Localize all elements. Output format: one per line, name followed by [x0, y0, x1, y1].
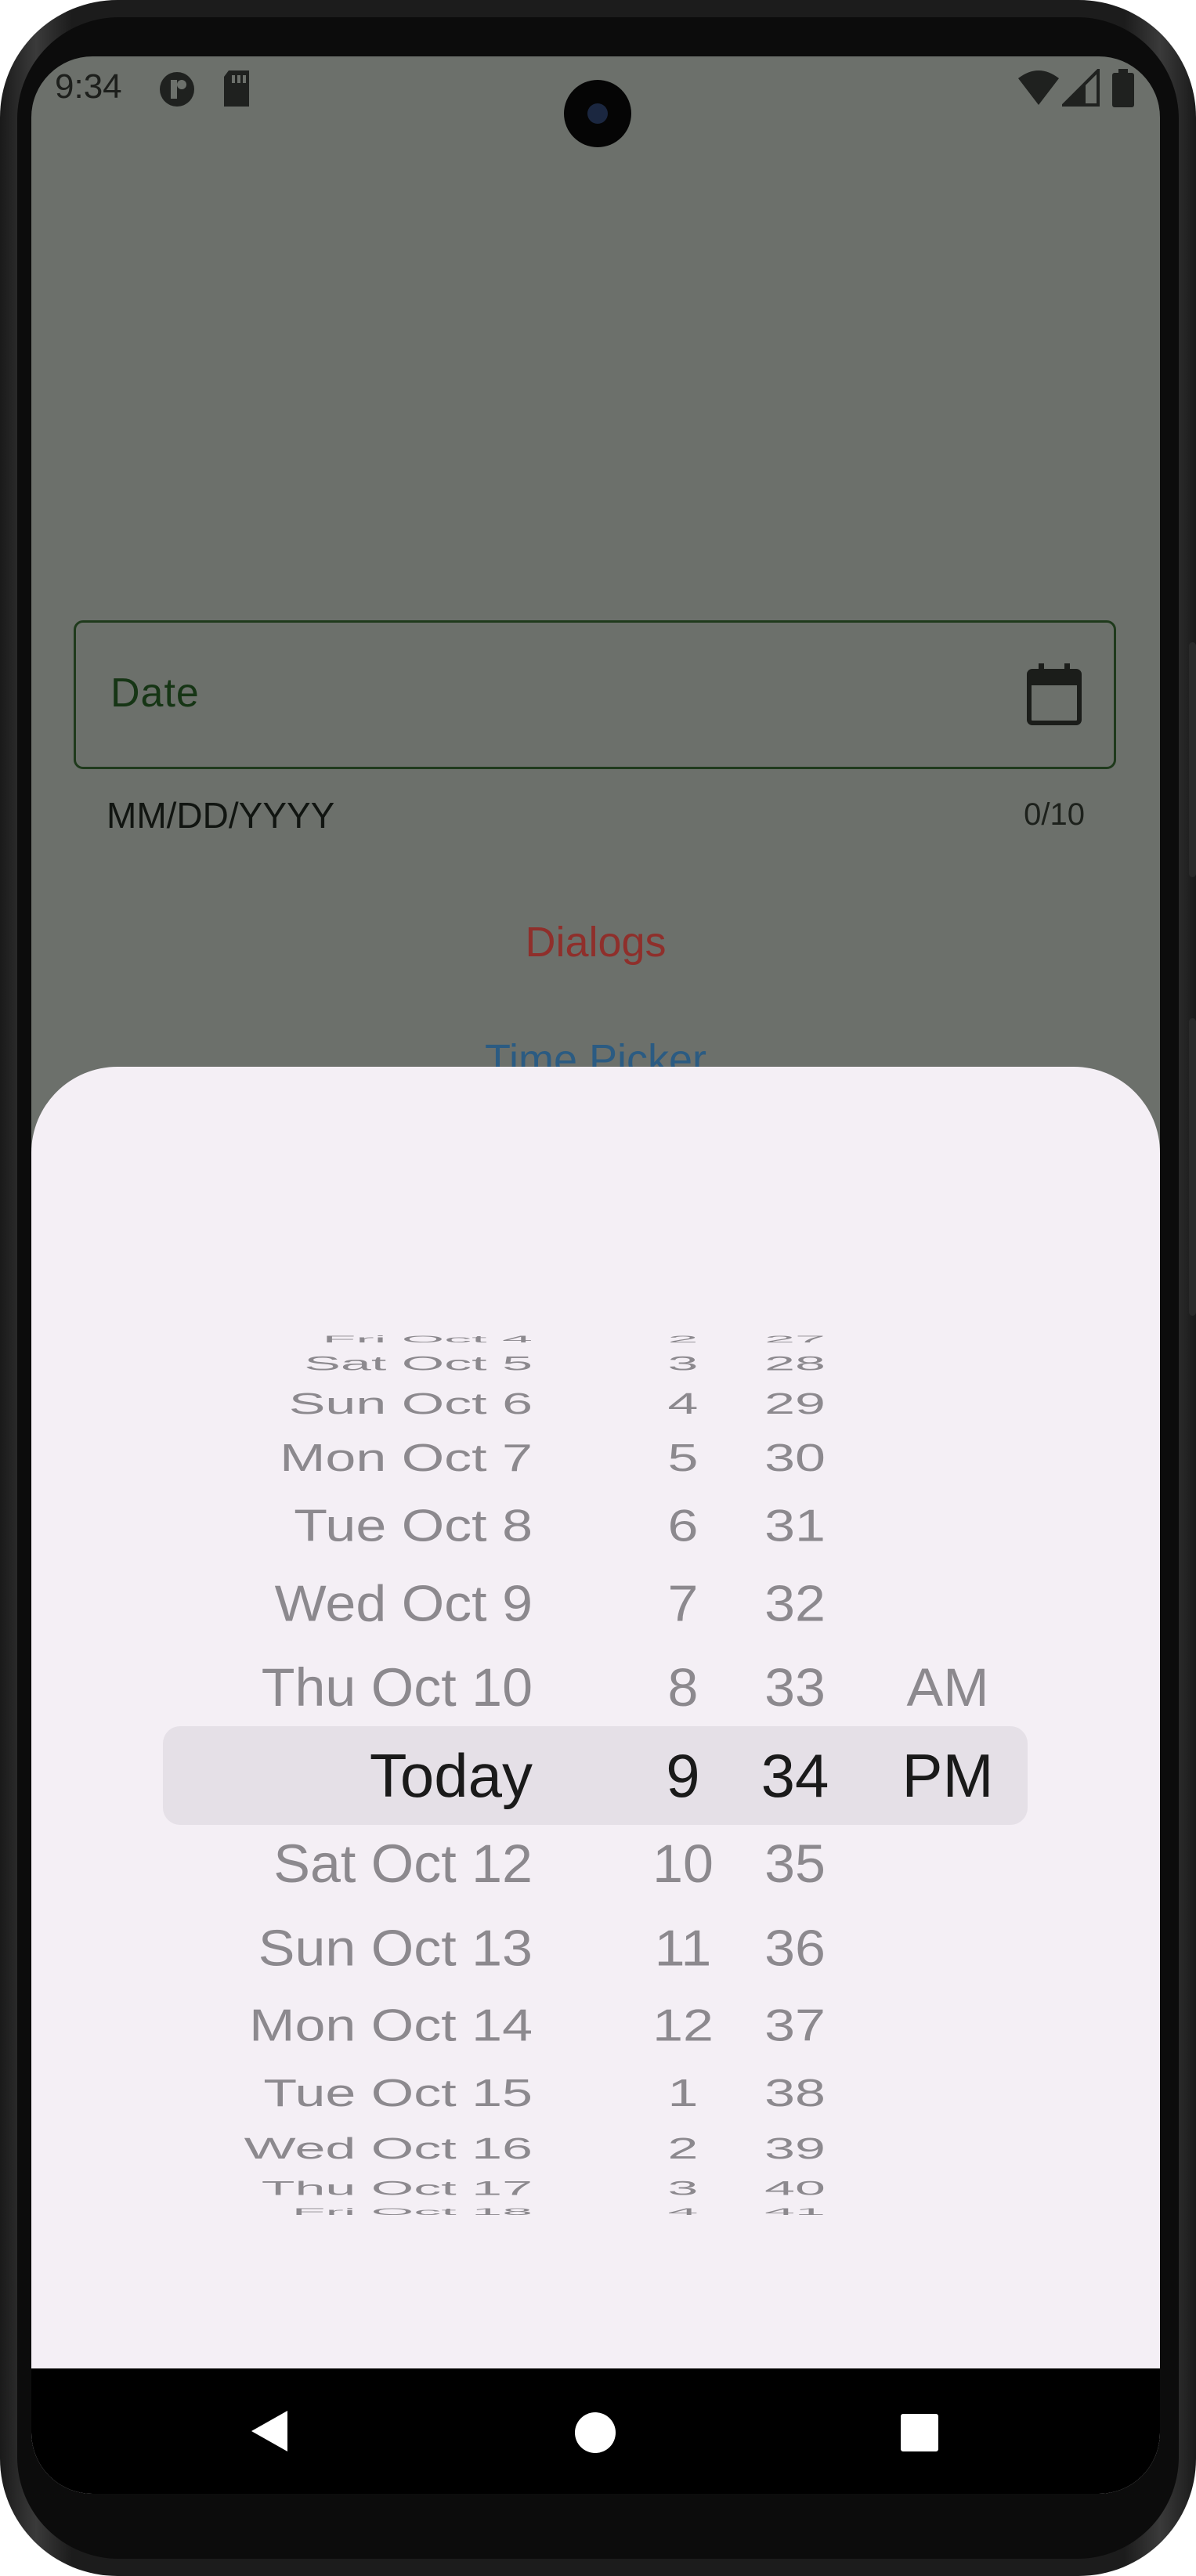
picker-minute-cell[interactable]: 28: [701, 1353, 889, 1373]
home-icon[interactable]: [573, 2411, 617, 2455]
picker-day-cell[interactable]: Sun Oct 13: [258, 1923, 533, 1973]
calendar-icon[interactable]: [1026, 663, 1082, 726]
picker-minute-cell[interactable]: 36: [701, 1923, 889, 1973]
phone-frame: 9:34 Date MM/DD/YYYY 0/10 Dialogs Time P…: [0, 0, 1196, 2576]
date-field-label: Date: [110, 670, 200, 716]
picker-ampm-cell[interactable]: AM: [854, 1660, 1042, 1714]
picker-minute-cell[interactable]: 27: [701, 1335, 889, 1344]
wifi-icon: [1018, 70, 1059, 105]
picker-day-cell[interactable]: Mon Oct 14: [249, 2003, 533, 2048]
picker-minute-cell[interactable]: 30: [701, 1439, 889, 1477]
picker-row[interactable]: Sat Oct 12 10 35: [31, 1837, 1160, 1891]
screen: 9:34 Date MM/DD/YYYY 0/10 Dialogs Time P…: [31, 56, 1160, 2494]
picker-day-cell[interactable]: Thu Oct 17: [262, 2178, 533, 2198]
signal-icon: [1062, 69, 1100, 107]
notification-app-icon: [160, 72, 194, 107]
picker-minute-cell[interactable]: 37: [701, 2003, 889, 2048]
picker-minute-cell[interactable]: 31: [701, 1503, 889, 1548]
picker-day-cell[interactable]: Sun Oct 6: [289, 1389, 533, 1418]
picker-row[interactable]: Sat Oct 5 3 28: [31, 1353, 1160, 1373]
date-helper-text: MM/DD/YYYY: [107, 795, 335, 836]
picker-day-cell[interactable]: Fri Oct 18: [292, 2207, 533, 2217]
picker-row[interactable]: Tue Oct 15 1 38: [31, 2074, 1160, 2112]
picker-minute-cell[interactable]: 35: [701, 1837, 889, 1891]
status-time: 9:34: [55, 67, 122, 106]
battery-icon: [1112, 69, 1134, 107]
back-icon[interactable]: [247, 2408, 294, 2455]
power-button: [1189, 642, 1196, 877]
volume-button: [1189, 1018, 1196, 1316]
character-counter: 0/10: [1024, 797, 1085, 832]
picker-row[interactable]: Mon Oct 7 5 30: [31, 1439, 1160, 1477]
picker-day-cell[interactable]: Sat Oct 12: [273, 1837, 533, 1891]
picker-row[interactable]: Sun Oct 13 11 36: [31, 1923, 1160, 1973]
date-field[interactable]: Date: [74, 620, 1116, 769]
picker-minute-cell[interactable]: 41: [701, 2207, 889, 2217]
picker-row[interactable]: Fri Oct 18 4 41: [31, 2207, 1160, 2217]
picker-minute-cell[interactable]: 38: [701, 2074, 889, 2112]
picker-row[interactable]: Thu Oct 17 3 40: [31, 2178, 1160, 2198]
recents-icon[interactable]: [899, 2412, 940, 2453]
picker-row[interactable]: Mon Oct 14 12 37: [31, 2003, 1160, 2048]
navigation-bar: [31, 2368, 1160, 2494]
picker-row[interactable]: Tue Oct 8 6 31: [31, 1503, 1160, 1548]
picker-row[interactable]: Thu Oct 10 8 33 AM: [31, 1660, 1160, 1714]
front-camera: [564, 80, 631, 147]
picker-row[interactable]: Fri Oct 4 2 27: [31, 1335, 1160, 1344]
picker-day-cell[interactable]: Mon Oct 7: [280, 1439, 533, 1477]
picker-day-cell[interactable]: Wed Oct 9: [275, 1578, 533, 1628]
dialogs-link[interactable]: Dialogs: [31, 918, 1160, 966]
picker-day-cell[interactable]: Tue Oct 15: [263, 2074, 533, 2112]
picker-day-cell[interactable]: Today: [370, 1745, 533, 1806]
picker-day-cell[interactable]: Sat Oct 5: [304, 1353, 533, 1373]
picker-row[interactable]: Wed Oct 9 7 32: [31, 1578, 1160, 1628]
picker-minute-cell[interactable]: 39: [701, 2133, 889, 2163]
picker-minute-cell[interactable]: 29: [701, 1389, 889, 1418]
picker-minute-cell[interactable]: 40: [701, 2178, 889, 2198]
picker-row[interactable]: Wed Oct 16 2 39: [31, 2133, 1160, 2163]
picker-day-cell[interactable]: Thu Oct 10: [262, 1660, 533, 1714]
picker-day-cell[interactable]: Tue Oct 8: [294, 1503, 533, 1548]
picker-row-selected[interactable]: Today 9 34 PM: [31, 1745, 1160, 1806]
picker-day-cell[interactable]: Fri Oct 4: [323, 1335, 533, 1344]
sd-card-icon: [224, 70, 249, 107]
picker-ampm-cell[interactable]: PM: [854, 1745, 1042, 1806]
picker-day-cell[interactable]: Wed Oct 16: [244, 2133, 533, 2163]
picker-row[interactable]: Sun Oct 6 4 29: [31, 1389, 1160, 1418]
picker-minute-cell[interactable]: 32: [701, 1578, 889, 1628]
